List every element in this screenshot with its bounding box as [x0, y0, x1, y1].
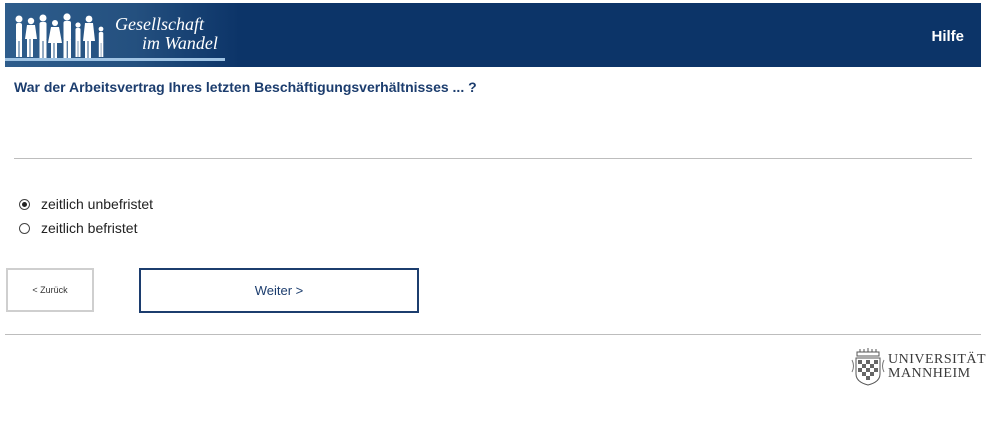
radio-unbefristet[interactable]	[19, 198, 30, 210]
people-silhouettes-icon	[15, 13, 104, 58]
university-seal-icon	[851, 348, 885, 386]
back-button[interactable]: < Zurück	[6, 268, 94, 312]
radio-befristet[interactable]	[19, 222, 30, 234]
divider	[14, 158, 972, 159]
option-unbefristet[interactable]: zeitlich unbefristet	[19, 196, 153, 212]
university-name: UNIVERSITÄT MANNHEIM	[888, 353, 986, 381]
option-label: zeitlich befristet	[41, 220, 138, 236]
next-button[interactable]: Weiter >	[139, 268, 419, 313]
brand-line1: Gesellschaft	[115, 14, 204, 34]
option-befristet[interactable]: zeitlich befristet	[19, 220, 137, 236]
university-line1: UNIVERSITÄT	[888, 352, 987, 367]
option-label: zeitlich unbefristet	[41, 196, 154, 212]
university-line2: MANNHEIM	[888, 366, 971, 381]
question-text: War der Arbeitsvertrag Ihres letzten Bes…	[14, 79, 477, 95]
site-header: Gesellschaft im Wandel Hilfe	[5, 3, 981, 67]
university-logo: UNIVERSITÄT MANNHEIM	[851, 348, 986, 386]
brand-line2: im Wandel	[142, 33, 218, 53]
help-link[interactable]: Hilfe	[931, 28, 964, 45]
footer-divider	[5, 334, 981, 335]
brand-title: Gesellschaft im Wandel	[115, 15, 218, 53]
